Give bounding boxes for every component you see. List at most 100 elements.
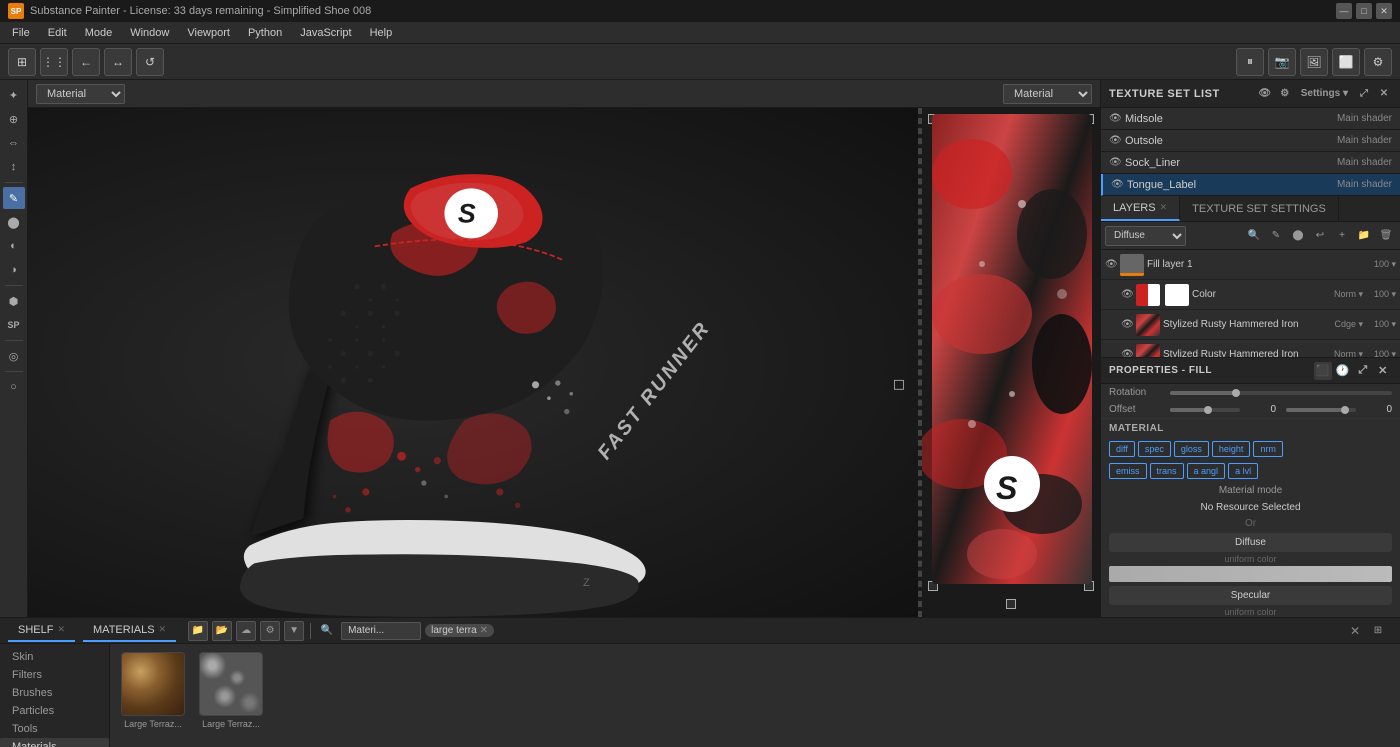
- layer-rusty-1-eye[interactable]: 👁: [1121, 319, 1133, 330]
- prop-close-icon[interactable]: ✕: [1374, 362, 1392, 380]
- ts-item-outsole[interactable]: 👁 Outsole Main shader: [1101, 130, 1400, 152]
- toolbar-list-view[interactable]: ⋮⋮: [40, 48, 68, 76]
- layer-rusty-1[interactable]: 👁 Stylized Rusty Hammered Iron Cdge ▾ 10…: [1101, 310, 1400, 340]
- toolbar-camera[interactable]: 📷: [1268, 48, 1296, 76]
- layer-fill-1-eye[interactable]: 👁: [1105, 259, 1117, 270]
- layers-tool-group[interactable]: ↩: [1310, 226, 1330, 246]
- menu-window[interactable]: Window: [122, 25, 177, 41]
- shelf-tab-shelf[interactable]: SHELF ✕: [8, 620, 75, 642]
- ts-eye-midsole[interactable]: 👁: [1109, 113, 1121, 124]
- layers-tool-paint[interactable]: ✎: [1266, 226, 1286, 246]
- layers-tab-close[interactable]: ✕: [1160, 202, 1168, 213]
- shelf-filter-btn[interactable]: ⚙: [260, 621, 280, 641]
- viewport-right-mode-select[interactable]: Material Base Color Normal: [1003, 84, 1092, 104]
- menu-javascript[interactable]: JavaScript: [292, 25, 359, 41]
- mat-badge-spec[interactable]: spec: [1138, 441, 1171, 457]
- mat-badge-alvl[interactable]: a lvl: [1228, 463, 1258, 479]
- layer-fill-1[interactable]: 👁 Fill layer 1 100 ▾: [1101, 250, 1400, 280]
- viewport-2d[interactable]: S: [920, 108, 1100, 617]
- ts-item-midsole[interactable]: 👁 Midsole Main shader: [1101, 108, 1400, 130]
- ts-settings-label[interactable]: Settings ▾: [1297, 86, 1352, 102]
- tool-select2[interactable]: ◎: [3, 345, 25, 367]
- menu-help[interactable]: Help: [362, 25, 401, 41]
- materials-tab-close[interactable]: ✕: [159, 624, 167, 635]
- shelf-item-terraz-2[interactable]: Large Terraz...: [196, 652, 266, 729]
- prop-clock-icon[interactable]: 🕐: [1334, 362, 1352, 380]
- ts-eye-outsole[interactable]: 👁: [1109, 135, 1121, 146]
- prop-offset-slider-x[interactable]: [1170, 408, 1240, 412]
- ts-settings-icon[interactable]: ⚙: [1277, 86, 1293, 102]
- tool-sp[interactable]: SP: [3, 314, 25, 336]
- layer-rusty-2-eye[interactable]: 👁: [1121, 349, 1133, 357]
- minimize-button[interactable]: —: [1336, 3, 1352, 19]
- mat-badge-nrm[interactable]: nrm: [1253, 441, 1283, 457]
- maximize-button[interactable]: □: [1356, 3, 1372, 19]
- mat-badge-trans[interactable]: trans: [1150, 463, 1184, 479]
- tool-fill[interactable]: ⬤: [3, 211, 25, 233]
- tool-circle[interactable]: ○: [3, 376, 25, 398]
- ts-close-icon[interactable]: ✕: [1376, 86, 1392, 102]
- prop-fill-icon[interactable]: ⬛: [1314, 362, 1332, 380]
- tool-scale[interactable]: ↕: [3, 156, 25, 178]
- menu-file[interactable]: File: [4, 25, 38, 41]
- tab-layers[interactable]: LAYERS ✕: [1101, 196, 1180, 221]
- shelf-close-btn[interactable]: ✕: [1350, 624, 1360, 638]
- mat-badge-aangl[interactable]: a angl: [1187, 463, 1226, 479]
- tab-texture-set-settings[interactable]: TEXTURE SET SETTINGS: [1180, 196, 1339, 221]
- toolbar-settings[interactable]: ⚙: [1364, 48, 1392, 76]
- mat-badge-diff[interactable]: diff: [1109, 441, 1135, 457]
- tool-select[interactable]: ✦: [3, 84, 25, 106]
- shelf-cat-particles[interactable]: Particles: [0, 702, 109, 720]
- shelf-cat-skin[interactable]: Skin: [0, 648, 109, 666]
- prop-offset-slider-y[interactable]: [1286, 408, 1356, 412]
- ts-expand-icon[interactable]: ⤢: [1356, 86, 1372, 102]
- mat-badge-gloss[interactable]: gloss: [1174, 441, 1209, 457]
- layers-tool-add[interactable]: +: [1332, 226, 1352, 246]
- shelf-folder-btn[interactable]: 📁: [188, 621, 208, 641]
- viewport-3d[interactable]: S FAST RUNNER: [28, 108, 920, 617]
- shelf-search-input[interactable]: [341, 622, 421, 640]
- layer-color[interactable]: 👁 Color Norm ▾ 100 ▾: [1101, 280, 1400, 310]
- tool-transform[interactable]: ⊕: [3, 108, 25, 130]
- layers-channel-select[interactable]: Diffuse Normal Roughness: [1105, 226, 1186, 246]
- ts-eye-icon[interactable]: 👁: [1257, 86, 1273, 102]
- shelf-tab-materials[interactable]: MATERIALS ✕: [83, 620, 176, 642]
- shelf-cat-brushes[interactable]: Brushes: [0, 684, 109, 702]
- shelf-item-terraz-1[interactable]: Large Terraz...: [118, 652, 188, 729]
- tool-clone[interactable]: ◑: [3, 259, 25, 281]
- shelf-tab-close[interactable]: ✕: [57, 624, 65, 635]
- diffuse-button[interactable]: Diffuse: [1109, 533, 1392, 552]
- layers-tool-delete[interactable]: 🗑: [1376, 226, 1396, 246]
- ts-item-tongue-label[interactable]: 👁 Tongue_Label Main shader: [1101, 174, 1400, 196]
- tool-paint[interactable]: ✎: [3, 187, 25, 209]
- mat-badge-height[interactable]: height: [1212, 441, 1251, 457]
- prop-expand-icon[interactable]: ⤢: [1354, 362, 1372, 380]
- ts-eye-tongue[interactable]: 👁: [1111, 179, 1123, 190]
- layer-color-eye[interactable]: 👁: [1121, 289, 1133, 300]
- shelf-open-btn[interactable]: 📂: [212, 621, 232, 641]
- window-controls[interactable]: — □ ✕: [1336, 3, 1392, 19]
- toolbar-expand[interactable]: ↔: [104, 48, 132, 76]
- menu-edit[interactable]: Edit: [40, 25, 75, 41]
- menu-python[interactable]: Python: [240, 25, 290, 41]
- specular-button[interactable]: Specular: [1109, 586, 1392, 605]
- shelf-filter-tag-remove[interactable]: ✕: [480, 625, 488, 636]
- ts-eye-sock[interactable]: 👁: [1109, 157, 1121, 168]
- diffuse-swatch[interactable]: [1109, 566, 1392, 582]
- mat-badge-emiss[interactable]: emiss: [1109, 463, 1147, 479]
- toolbar-pause[interactable]: ⏸: [1236, 48, 1264, 76]
- tool-smudge[interactable]: ◐: [3, 235, 25, 257]
- shelf-cat-materials[interactable]: Materials: [0, 738, 109, 747]
- toolbar-grid-view[interactable]: ⊞: [8, 48, 36, 76]
- toolbar-back[interactable]: ←: [72, 48, 100, 76]
- layer-rusty-2[interactable]: 👁 Stylized Rusty Hammered Iron Norm ▾ 10…: [1101, 340, 1400, 357]
- toolbar-refresh[interactable]: ↺: [136, 48, 164, 76]
- menu-mode[interactable]: Mode: [77, 25, 121, 41]
- layers-tool-folder[interactable]: 📁: [1354, 226, 1374, 246]
- close-button[interactable]: ✕: [1376, 3, 1392, 19]
- toolbar-render[interactable]: 🖼: [1300, 48, 1328, 76]
- shelf-cloud-btn[interactable]: ☁: [236, 621, 256, 641]
- shelf-funnel-btn[interactable]: ▼: [284, 621, 304, 641]
- viewport-left-mode-select[interactable]: Material Base Color Normal: [36, 84, 125, 104]
- tool-geometry[interactable]: ⬢: [3, 290, 25, 312]
